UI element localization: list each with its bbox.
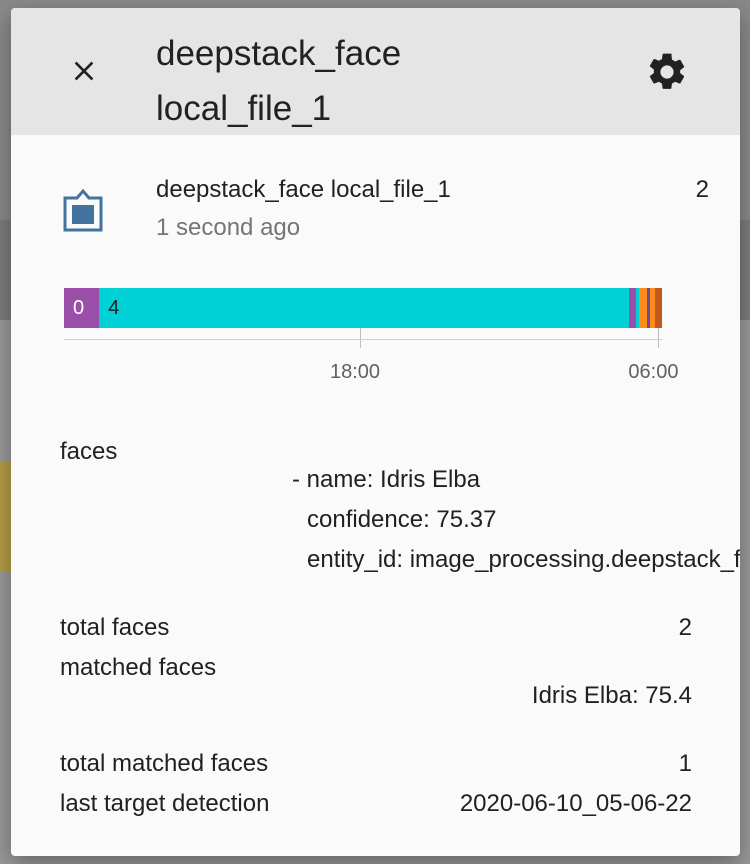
attr-total-matched-faces-value: 1 <box>678 750 692 777</box>
settings-button[interactable] <box>639 44 695 100</box>
attr-total-faces-label: total faces <box>60 614 170 641</box>
attr-last-target-detection-value: 2020-06-10_05-06-22 <box>459 790 692 817</box>
gear-icon <box>649 53 685 89</box>
more-info-dialog: deepstack_face local_file_1 deepstack_fa… <box>11 8 740 856</box>
dialog-header: deepstack_face local_file_1 <box>11 8 740 135</box>
timeline-segment-label: 4 <box>108 297 120 319</box>
timeline-segment[interactable] <box>628 288 637 328</box>
attr-faces-line3: entity_id: image_processing.deepstack_fa… <box>307 546 740 573</box>
attr-matched-faces-label: matched faces <box>60 654 217 681</box>
dialog-title: deepstack_face local_file_1 <box>156 26 616 136</box>
image-filter-center-focus-icon <box>63 188 103 232</box>
timeline-axis <box>64 339 662 340</box>
close-button[interactable] <box>56 43 112 99</box>
attr-matched-faces-value: Idris Elba: 75.4 <box>531 682 692 709</box>
entity-state: 2 <box>695 176 709 203</box>
attr-total-faces-value: 2 <box>678 614 692 641</box>
entity-last-changed: 1 second ago <box>156 214 301 241</box>
attr-total-matched-faces-label: total matched faces <box>60 750 269 777</box>
timeline-segment[interactable] <box>99 288 629 328</box>
timeline-tick-label: 18:00 <box>330 361 381 383</box>
attr-last-target-detection-label: last target detection <box>60 790 270 817</box>
entity-name: deepstack_face local_file_1 <box>156 176 451 203</box>
timeline-segment[interactable] <box>639 288 648 328</box>
attr-faces-line2: confidence: 75.37 <box>307 506 497 533</box>
timeline-segment-label: 0 <box>73 297 85 319</box>
attr-faces-label: faces <box>60 438 118 465</box>
dialog-title-line1: deepstack_face <box>156 34 402 73</box>
attr-faces-line1: - name: Idris Elba <box>292 466 481 493</box>
dialog-title-line2: local_file_1 <box>156 89 332 128</box>
timeline-segment[interactable] <box>655 288 662 328</box>
timeline-tick-label: 06:00 <box>628 361 679 383</box>
history-timeline[interactable]: 0 4 18:00 06:00 <box>64 288 678 398</box>
close-icon <box>74 61 94 81</box>
